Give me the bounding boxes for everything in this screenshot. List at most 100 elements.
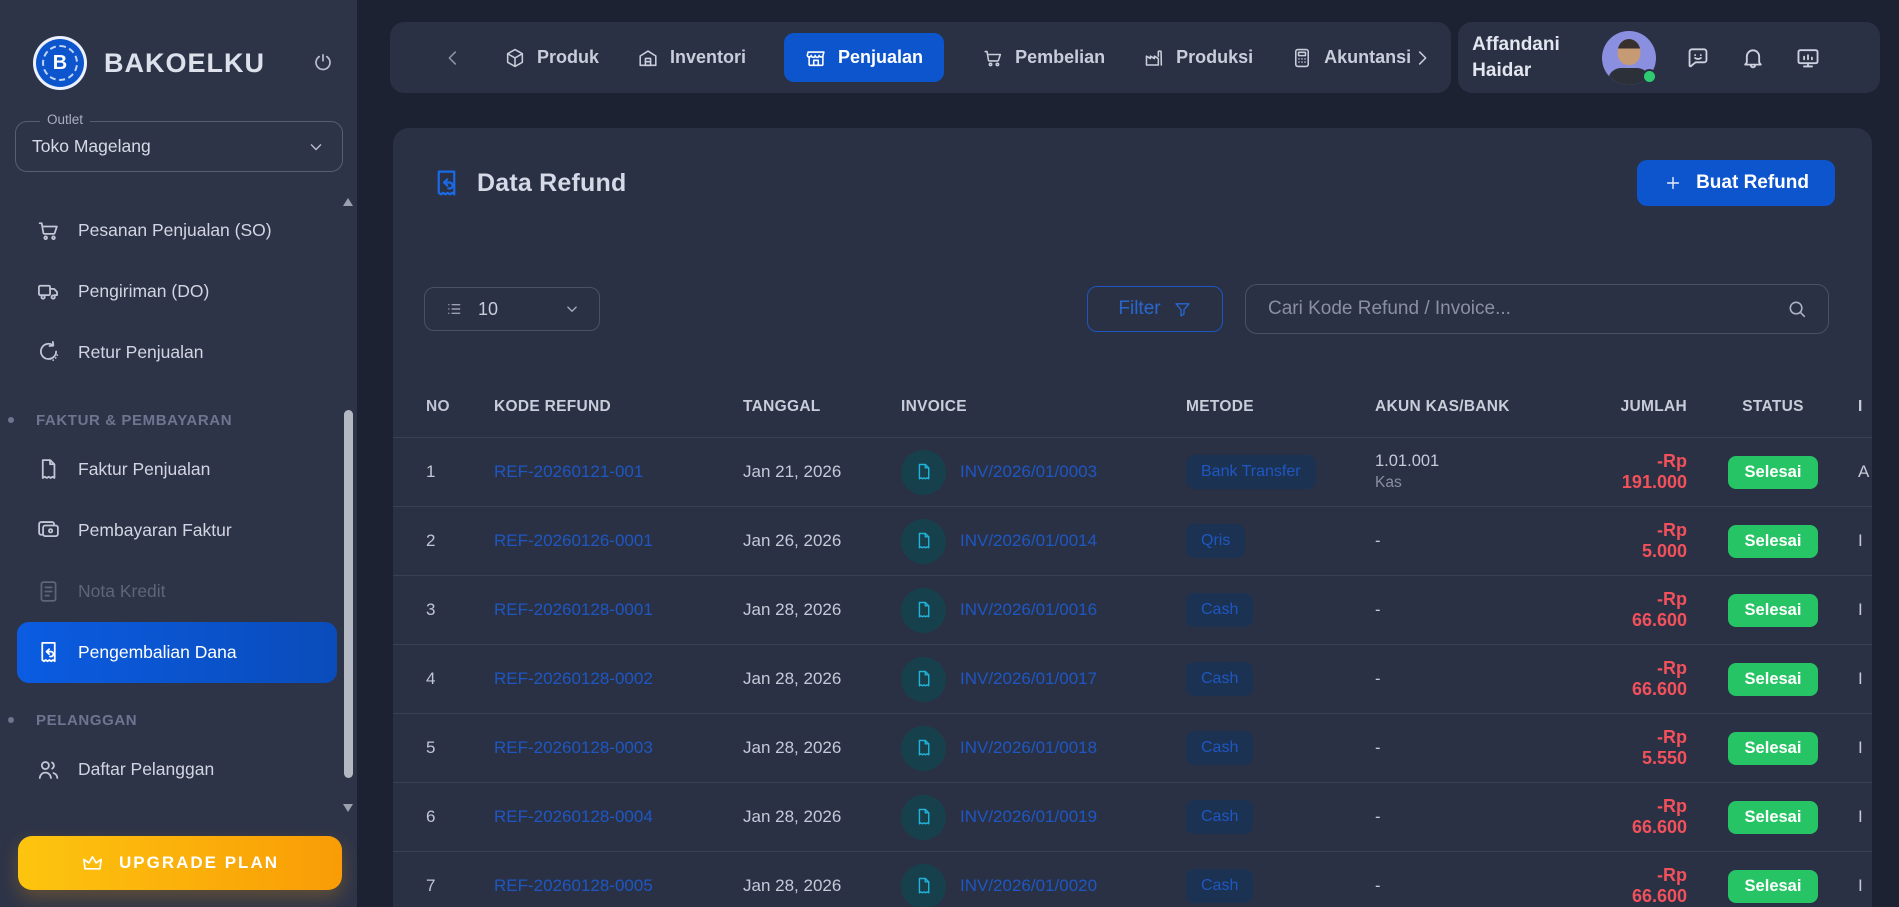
invoice-file-icon	[901, 795, 946, 840]
invoice-link[interactable]: INV/2026/01/0020	[960, 876, 1097, 896]
brand-logo-letter: B	[53, 52, 67, 75]
row-clipped-fragment: I	[1846, 600, 1872, 620]
row-jumlah: -Rp 191.000	[1607, 451, 1700, 493]
user-name: Affandani Haidar	[1472, 32, 1560, 83]
tab-inventori[interactable]: Inventori	[637, 33, 746, 82]
power-icon[interactable]	[311, 51, 335, 75]
scroll-down-arrow-icon[interactable]	[343, 804, 353, 812]
row-akun: -	[1375, 601, 1607, 620]
nav-back-chevron-icon[interactable]	[442, 47, 464, 69]
status-badge: Selesai	[1728, 663, 1819, 696]
invoice-link[interactable]: INV/2026/01/0016	[960, 600, 1097, 620]
akun-code: -	[1375, 808, 1607, 827]
outlet-value: Toko Magelang	[32, 136, 151, 157]
akun-code: -	[1375, 601, 1607, 620]
table-row: 2 REF-20260126-0001 Jan 26, 2026 INV/202…	[393, 507, 1872, 576]
sidebar-item-daftar-pelanggan[interactable]: Daftar Pelanggan	[17, 739, 337, 800]
row-status: Selesai	[1700, 525, 1846, 558]
row-invoice: INV/2026/01/0019	[901, 795, 1186, 840]
refund-code-link[interactable]: REF-20260128-0002	[494, 669, 743, 689]
upgrade-plan-button[interactable]: UPGRADE PLAN	[18, 836, 342, 890]
sidebar-nav: Pesanan Penjualan (SO) Pengiriman (DO) R…	[0, 200, 357, 800]
refund-table: NO KODE REFUND TANGGAL INVOICE METODE AK…	[393, 377, 1872, 907]
sidebar-item-pengiriman[interactable]: Pengiriman (DO)	[17, 261, 337, 322]
invoice-file-icon	[901, 450, 946, 495]
row-tanggal: Jan 28, 2026	[743, 738, 901, 758]
sidebar-item-nota-kredit[interactable]: Nota Kredit	[17, 561, 337, 622]
invoice-link[interactable]: INV/2026/01/0019	[960, 807, 1097, 827]
refund-code-link[interactable]: REF-20260121-001	[494, 462, 743, 482]
status-badge: Selesai	[1728, 870, 1819, 903]
cart-icon	[36, 218, 61, 243]
invoice-file-icon	[901, 864, 946, 907]
row-invoice: INV/2026/01/0003	[901, 450, 1186, 495]
row-tanggal: Jan 28, 2026	[743, 876, 901, 896]
sidebar-item-pembayaran-faktur[interactable]: Pembayaran Faktur	[17, 500, 337, 561]
tab-produk[interactable]: Produk	[504, 33, 599, 82]
tab-penjualan[interactable]: Penjualan	[784, 33, 944, 82]
row-tanggal: Jan 26, 2026	[743, 531, 901, 551]
table-header-row: NO KODE REFUND TANGGAL INVOICE METODE AK…	[393, 377, 1872, 438]
table-body: 1 REF-20260121-001 Jan 21, 2026 INV/2026…	[393, 438, 1872, 907]
avatar[interactable]	[1602, 31, 1656, 85]
scrollbar-thumb[interactable]	[344, 410, 353, 778]
chat-icon[interactable]	[1685, 45, 1711, 71]
tab-akuntansi[interactable]: Akuntansi	[1291, 33, 1411, 82]
status-badge: Selesai	[1728, 801, 1819, 834]
sidebar-item-pengembalian-dana[interactable]: Pengembalian Dana	[17, 622, 337, 683]
cart-icon	[982, 47, 1004, 69]
upgrade-plan-label: UPGRADE PLAN	[119, 853, 279, 873]
create-refund-button[interactable]: Buat Refund	[1637, 160, 1835, 206]
bell-icon[interactable]	[1740, 45, 1766, 71]
filter-button[interactable]: Filter	[1087, 286, 1223, 332]
row-clipped-fragment: A	[1846, 462, 1872, 482]
calculator-icon	[1291, 47, 1313, 69]
list-icon	[445, 299, 465, 319]
refund-code-link[interactable]: REF-20260126-0001	[494, 531, 743, 551]
row-invoice: INV/2026/01/0017	[901, 657, 1186, 702]
refund-code-link[interactable]: REF-20260128-0003	[494, 738, 743, 758]
wallet-icon	[36, 518, 61, 543]
table-row: 4 REF-20260128-0002 Jan 28, 2026 INV/202…	[393, 645, 1872, 714]
factory-icon	[1143, 47, 1165, 69]
nav-forward-chevron-icon[interactable]	[1411, 47, 1433, 69]
invoice-link[interactable]: INV/2026/01/0014	[960, 531, 1097, 551]
search-icon[interactable]	[1786, 298, 1808, 320]
refund-code-link[interactable]: REF-20260128-0004	[494, 807, 743, 827]
crown-icon	[81, 852, 104, 875]
row-jumlah: -Rp 5.550	[1607, 727, 1700, 769]
refund-code-link[interactable]: REF-20260128-0001	[494, 600, 743, 620]
sidebar-scrollbar[interactable]	[343, 198, 354, 812]
metode-badge: Cash	[1186, 731, 1253, 765]
row-jumlah: -Rp 66.600	[1607, 796, 1700, 838]
scroll-up-arrow-icon[interactable]	[343, 198, 353, 206]
invoice-link[interactable]: INV/2026/01/0003	[960, 462, 1097, 482]
invoice-link[interactable]: INV/2026/01/0018	[960, 738, 1097, 758]
tab-produksi[interactable]: Produksi	[1143, 33, 1253, 82]
akun-code: -	[1375, 739, 1607, 758]
display-icon[interactable]	[1795, 45, 1821, 71]
refund-code-link[interactable]: REF-20260128-0005	[494, 876, 743, 896]
row-invoice: INV/2026/01/0014	[901, 519, 1186, 564]
col-invoice: INVOICE	[901, 398, 1186, 416]
invoice-link[interactable]: INV/2026/01/0017	[960, 669, 1097, 689]
sidebar-item-pesanan-penjualan[interactable]: Pesanan Penjualan (SO)	[17, 200, 337, 261]
row-status: Selesai	[1700, 456, 1846, 489]
sidebar-item-faktur-penjualan[interactable]: Faktur Penjualan	[17, 439, 337, 500]
row-invoice: INV/2026/01/0016	[901, 588, 1186, 633]
akun-name: Kas	[1375, 474, 1607, 492]
search-input[interactable]	[1266, 297, 1786, 321]
page-size-select[interactable]: 10	[424, 287, 600, 331]
row-clipped-fragment: I	[1846, 876, 1872, 896]
outlet-select[interactable]: Outlet Toko Magelang	[15, 121, 343, 172]
row-metode: Cash	[1186, 593, 1375, 627]
row-invoice: INV/2026/01/0018	[901, 726, 1186, 771]
page-title: Data Refund	[477, 169, 626, 198]
akun-code: 1.01.001	[1375, 452, 1607, 471]
invoice-file-icon	[901, 588, 946, 633]
brand-name: BAKOELKU	[104, 48, 265, 79]
metode-badge: Cash	[1186, 662, 1253, 696]
tab-pembelian[interactable]: Pembelian	[982, 33, 1105, 82]
sidebar-item-retur-penjualan[interactable]: Retur Penjualan	[17, 322, 337, 383]
row-akun: -	[1375, 532, 1607, 551]
